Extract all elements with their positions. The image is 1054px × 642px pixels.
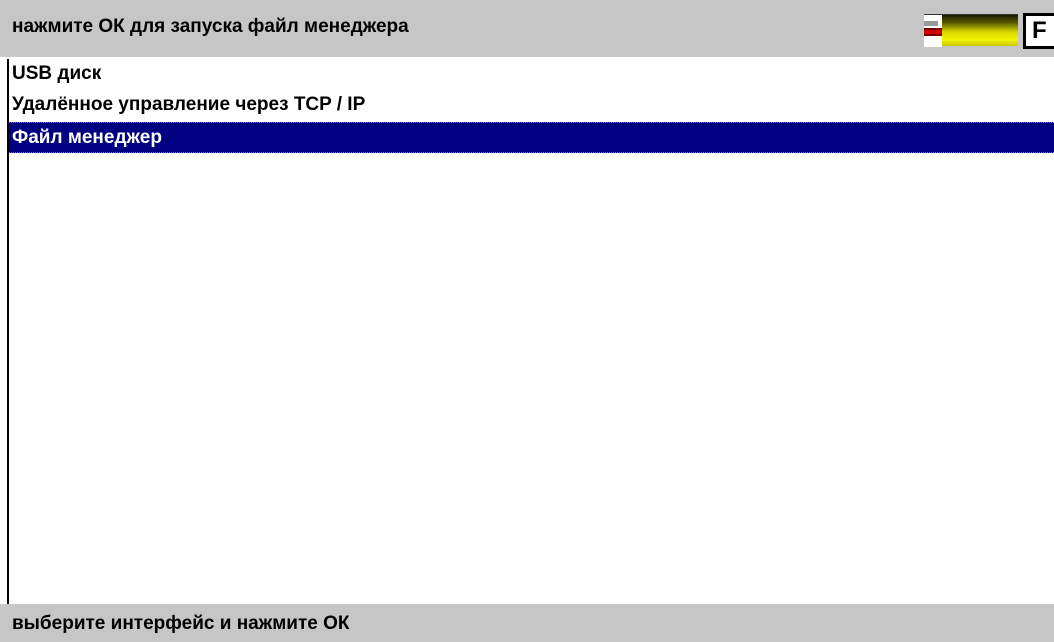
list-item-usb-disk[interactable]: USB диск xyxy=(9,59,1054,90)
header-bar: нажмите ОК для запуска файл менеджера F xyxy=(0,0,1054,59)
footer-hint: выберите интерфейс и нажмите ОК xyxy=(12,613,350,634)
battery-segment xyxy=(924,21,938,26)
battery-icon xyxy=(924,14,1018,47)
header-title: нажмите ОК для запуска файл менеджера xyxy=(12,16,409,37)
list-item-file-manager[interactable]: Файл менеджер xyxy=(9,122,1054,153)
interface-list: USB диск Удалённое управление через TCP … xyxy=(7,59,1054,604)
list-item-remote-tcp-ip[interactable]: Удалённое управление через TCP / IP xyxy=(9,90,1054,121)
device-screen: нажмите ОК для запуска файл менеджера F … xyxy=(0,0,1054,642)
function-button[interactable]: F xyxy=(1023,13,1054,49)
battery-alert-segment xyxy=(924,28,942,36)
footer-bar: выберите интерфейс и нажмите ОК xyxy=(0,604,1054,642)
battery-level-indicator xyxy=(924,15,942,47)
